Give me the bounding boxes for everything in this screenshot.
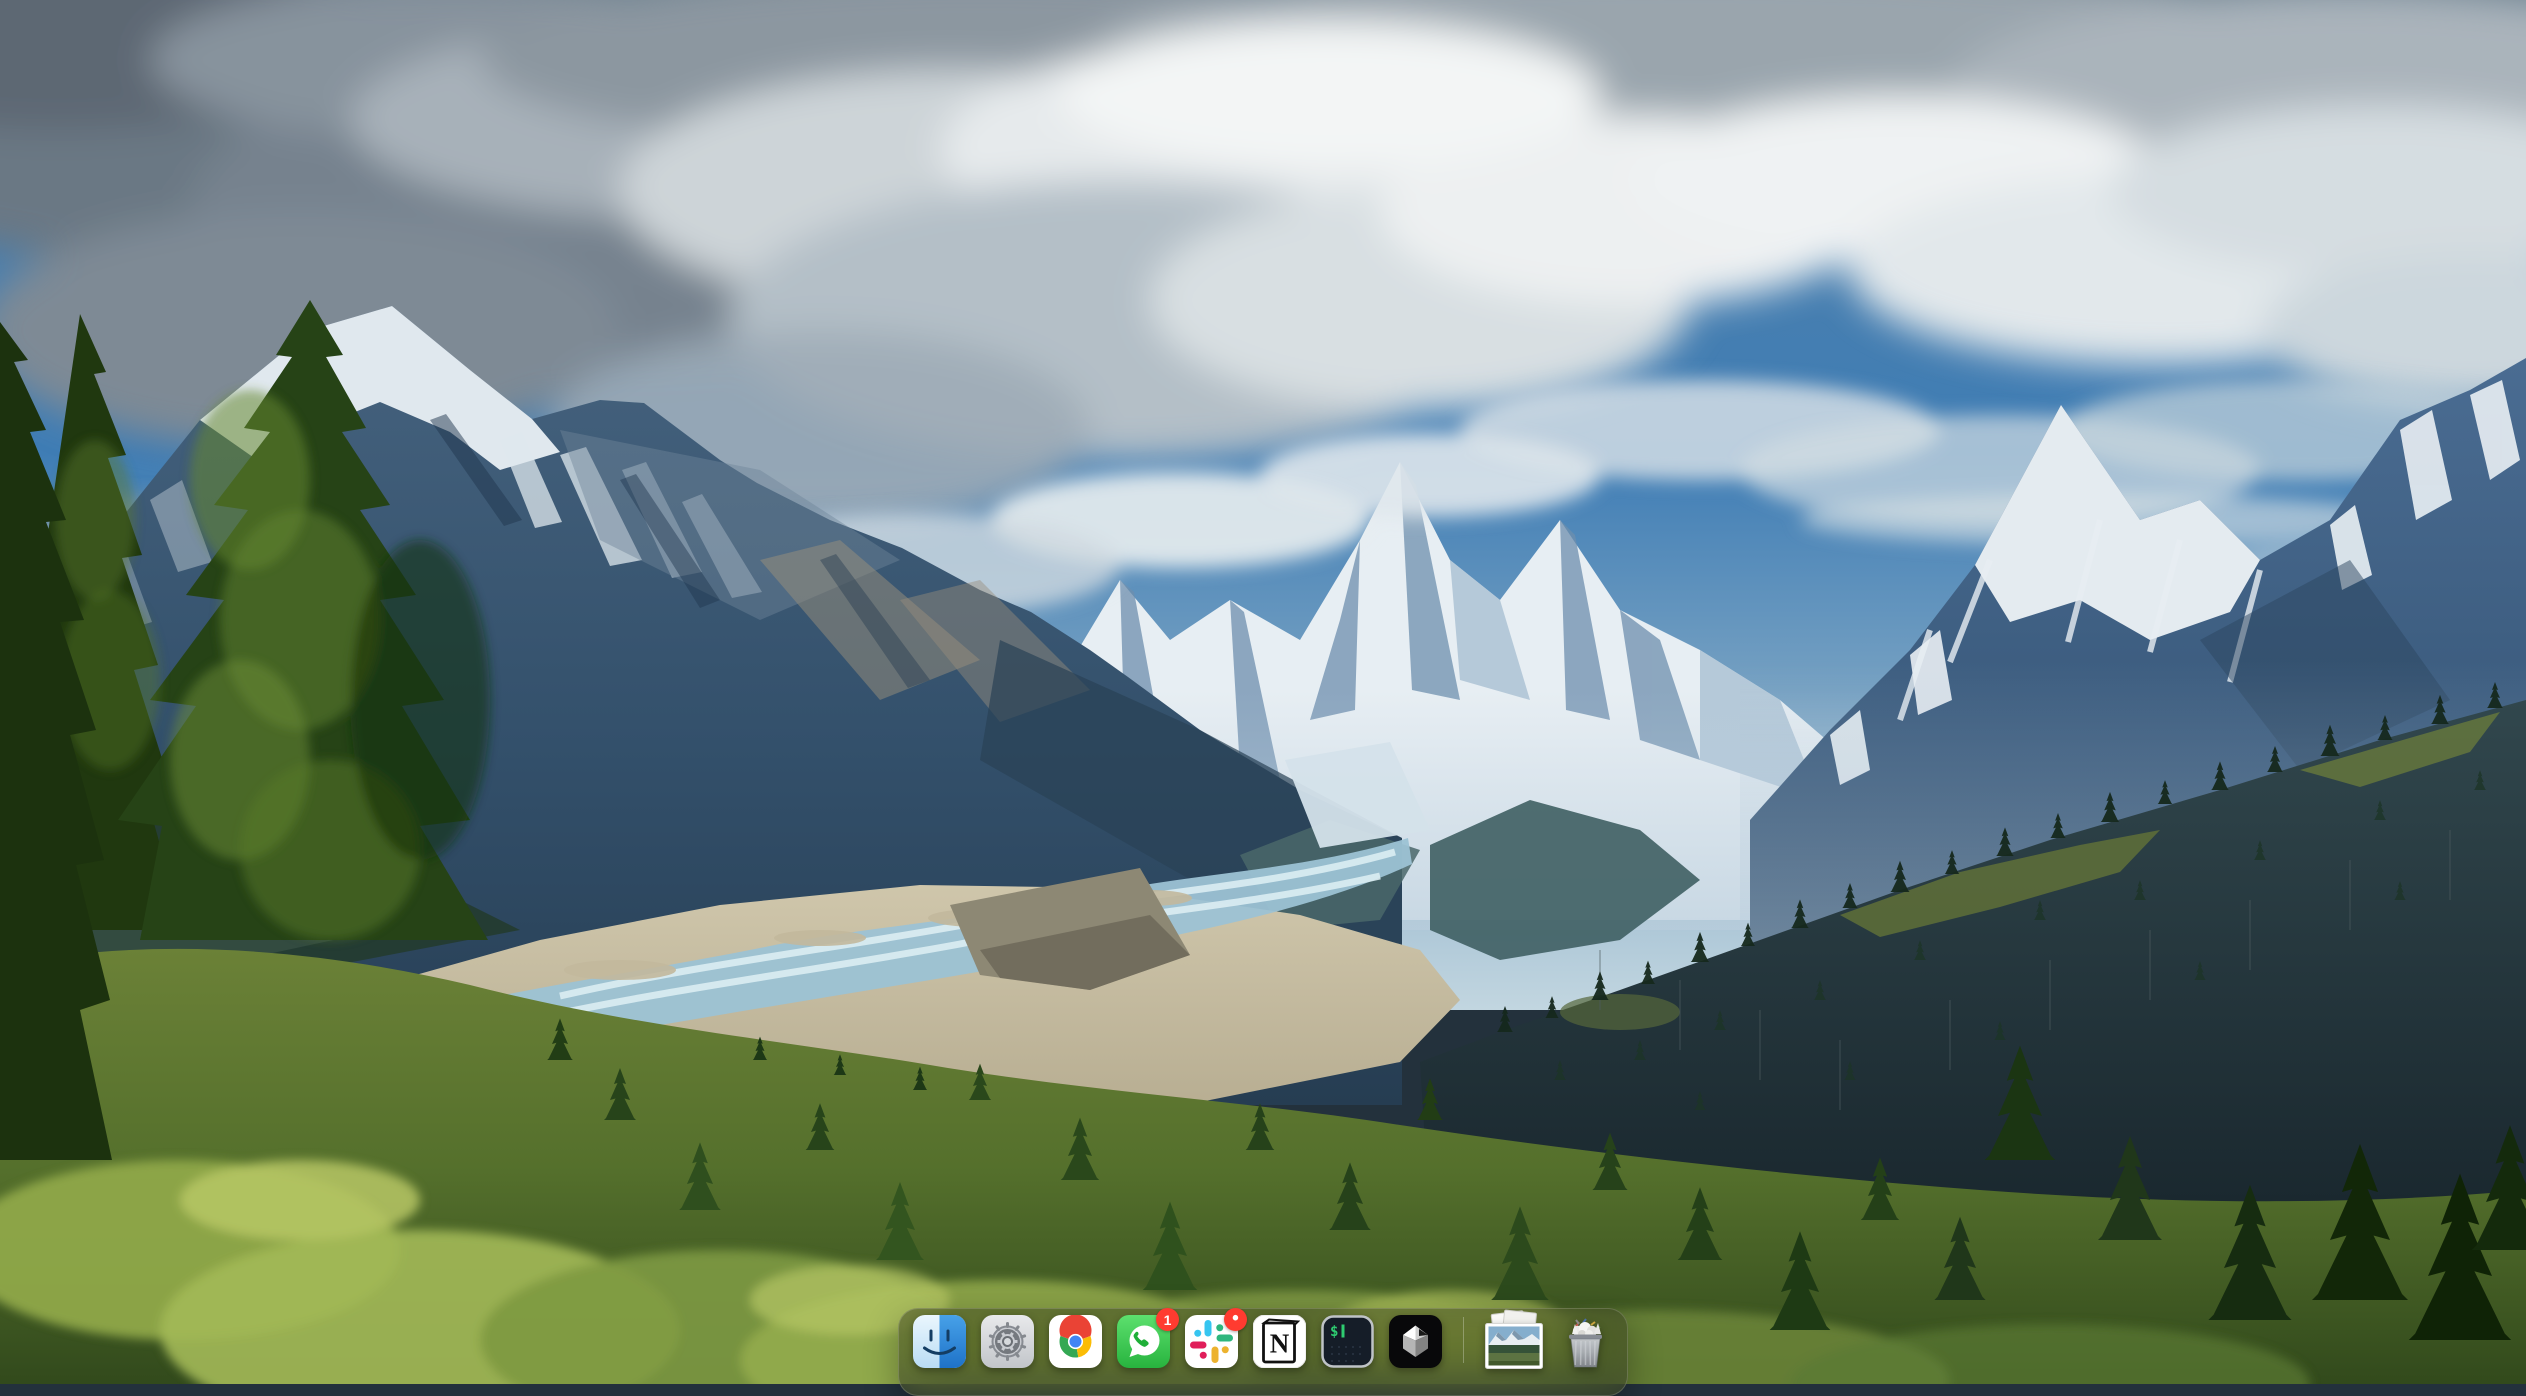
notion-icon: N [1253, 1315, 1306, 1368]
svg-text:$: $ [1330, 1324, 1338, 1340]
dock-item-whatsapp[interactable]: 1 [1117, 1315, 1170, 1368]
dock-item-trash[interactable] [1558, 1315, 1613, 1368]
slack-badge: • [1224, 1308, 1247, 1331]
finder-icon [913, 1315, 966, 1368]
dock-item-terminal[interactable]: $ [1321, 1315, 1374, 1368]
dock-divider [1463, 1317, 1464, 1363]
wallpaper [0, 0, 2526, 1384]
cube-icon [1389, 1315, 1442, 1368]
terminal-cursor [1342, 1325, 1345, 1338]
chrome-icon [1049, 1315, 1102, 1368]
trash-full-icon [1558, 1315, 1613, 1368]
dock-item-cube-app[interactable] [1389, 1315, 1442, 1368]
dock-item-google-chrome[interactable] [1049, 1315, 1102, 1368]
desktop[interactable]: 1 • N [0, 0, 2526, 1384]
whatsapp-badge: 1 [1156, 1308, 1179, 1331]
dock-item-notion[interactable]: N [1253, 1315, 1306, 1368]
gear-icon [981, 1315, 1034, 1368]
svg-text:N: N [1270, 1329, 1290, 1359]
dock-item-slack[interactable]: • [1185, 1315, 1238, 1368]
dock-item-pictures-stack[interactable] [1485, 1315, 1543, 1368]
dock-item-system-settings[interactable] [981, 1315, 1034, 1368]
photo-thumbnail-icon [1485, 1323, 1543, 1369]
dock: 1 • N [898, 1308, 1628, 1396]
terminal-icon: $ [1321, 1315, 1374, 1368]
dock-item-finder[interactable] [913, 1315, 966, 1368]
